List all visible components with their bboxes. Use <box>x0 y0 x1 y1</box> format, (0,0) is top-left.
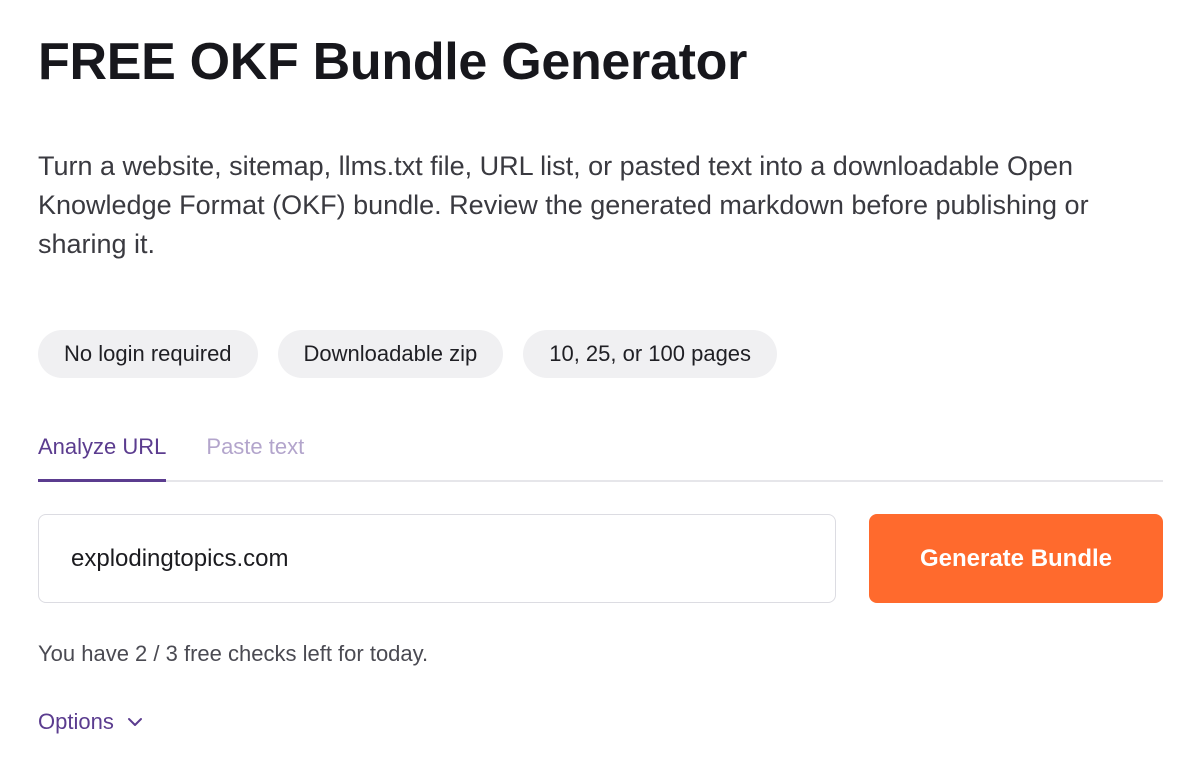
free-checks-status: You have 2 / 3 free checks left for toda… <box>38 641 429 666</box>
feature-pill-no-login: No login required <box>38 330 258 378</box>
chevron-down-icon <box>127 718 142 726</box>
page-description: Turn a website, sitemap, llms.txt file, … <box>38 151 1089 259</box>
tab-analyze-url[interactable]: Analyze URL <box>38 426 167 482</box>
feature-pill-downloadable-zip: Downloadable zip <box>277 330 504 378</box>
options-label: Options <box>38 709 114 734</box>
feature-pill-page-counts: 10, 25, or 100 pages <box>523 330 778 378</box>
page-title: FREE OKF Bundle Generator <box>38 33 748 91</box>
url-input[interactable] <box>38 514 836 603</box>
feature-pills: No login required Downloadable zip 10, 2… <box>38 330 778 378</box>
options-toggle[interactable]: Options <box>38 709 144 735</box>
tab-paste-text[interactable]: Paste text <box>206 426 304 482</box>
okf-generator-page: FREE OKF Bundle Generator Turn a website… <box>38 0 1163 777</box>
generate-bundle-button[interactable]: Generate Bundle <box>869 514 1163 603</box>
input-mode-tabs: Analyze URL Paste text <box>38 426 1163 482</box>
